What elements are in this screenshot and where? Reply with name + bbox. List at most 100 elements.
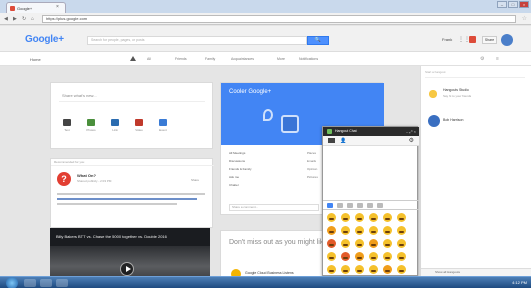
contact-name[interactable]: Hangouts Studio (443, 88, 469, 92)
emoji-icon[interactable] (327, 239, 336, 248)
emoji-tab-objects[interactable] (357, 203, 363, 208)
share-photos-button[interactable]: Photos (81, 119, 101, 132)
community-category[interactable]: Places (307, 151, 316, 155)
emoji-icon[interactable] (369, 265, 378, 274)
hangout-titlebar[interactable]: Hangout Chat – ⤢ × (323, 127, 419, 136)
community-category[interactable]: Friends & Family (229, 167, 252, 171)
contact-name[interactable]: Bob Harrison (443, 118, 463, 122)
emoji-icon[interactable] (383, 213, 392, 222)
emoji-icon[interactable] (369, 239, 378, 248)
community-category[interactable]: Opinion (307, 167, 317, 171)
emoji-icon[interactable] (355, 226, 364, 235)
post-share-button[interactable]: Share (191, 178, 199, 182)
emoji-tab-people[interactable] (337, 203, 343, 208)
community-category[interactable]: Ask me (229, 175, 239, 179)
community-category[interactable]: Pictures (307, 175, 318, 179)
emoji-icon[interactable] (327, 252, 336, 261)
emoji-icon[interactable] (397, 213, 406, 222)
share-video-button[interactable]: Video (129, 119, 149, 132)
taskbar-media-icon[interactable] (56, 279, 68, 287)
emoji-icon[interactable] (341, 226, 350, 235)
video-call-icon[interactable] (328, 138, 335, 143)
share-link-button[interactable]: Link (105, 119, 125, 132)
bookmark-star-icon[interactable]: ☆ (522, 15, 527, 22)
emoji-icon[interactable] (327, 226, 336, 235)
forward-icon[interactable]: ▶ (13, 16, 17, 22)
emoji-icon[interactable] (369, 252, 378, 261)
profile-avatar[interactable] (501, 34, 513, 46)
emoji-tab-places[interactable] (367, 203, 373, 208)
emoji-icon[interactable] (397, 226, 406, 235)
show-all-hangouts-link[interactable]: Show all Hangouts (421, 268, 531, 276)
emoji-icon[interactable] (355, 252, 364, 261)
emoji-tab-nature[interactable] (347, 203, 353, 208)
emoji-icon[interactable] (397, 265, 406, 274)
community-comment-input[interactable]: Share a comment... (229, 204, 319, 211)
emoji-icon[interactable] (341, 213, 350, 222)
emoji-tab-recent[interactable] (327, 203, 333, 208)
emoji-icon[interactable] (355, 213, 364, 222)
tab-close-icon[interactable]: × (56, 4, 59, 10)
emoji-icon[interactable] (383, 239, 392, 248)
settings-icon[interactable]: ⚙ (480, 56, 484, 62)
emoji-icon[interactable] (369, 213, 378, 222)
emoji-icon[interactable] (383, 226, 392, 235)
emoji-icon[interactable] (397, 239, 406, 248)
search-input[interactable]: Search for people, pages, or posts (87, 36, 307, 45)
filter-family[interactable]: Family (205, 57, 215, 61)
gplus-logo[interactable]: Google+ (25, 34, 64, 45)
home-icon[interactable]: ⌂ (31, 16, 34, 22)
back-icon[interactable]: ◀ (4, 16, 8, 22)
emoji-icon[interactable] (355, 265, 364, 274)
notifications-icon[interactable] (469, 36, 476, 43)
add-person-icon[interactable]: 👤 (340, 138, 346, 144)
sun-avatar-icon[interactable] (426, 87, 440, 101)
video-embed[interactable]: Billy Bakers BTT vs. Chase the 5000 toge… (50, 228, 210, 280)
emoji-icon[interactable] (341, 239, 350, 248)
hangout-window-controls[interactable]: – ⤢ × (406, 127, 416, 136)
post-author-name[interactable]: What On? (77, 173, 96, 178)
contact-avatar[interactable] (428, 115, 440, 127)
maximize-button[interactable]: □ (508, 1, 518, 8)
taskbar-browser-icon[interactable] (40, 279, 52, 287)
start-button[interactable] (6, 277, 18, 288)
search-button[interactable]: 🔍 (307, 36, 329, 45)
emoji-icon[interactable] (383, 252, 392, 261)
emoji-icon[interactable] (369, 226, 378, 235)
post-author-avatar[interactable]: ? (57, 172, 71, 186)
suggestion-name[interactable]: Google Cloud Business Listens (245, 271, 294, 275)
community-category[interactable]: Emails (307, 159, 316, 163)
share-text-button[interactable]: Text (57, 119, 77, 132)
emoji-icon[interactable] (327, 213, 336, 222)
hangout-search-input[interactable]: Start a hangout (425, 70, 525, 78)
community-category[interactable]: Chatter (229, 183, 239, 187)
reload-icon[interactable]: ↻ (22, 16, 26, 22)
emoji-icon[interactable] (327, 265, 336, 274)
play-button-icon[interactable] (120, 262, 134, 276)
filter-more[interactable]: More (277, 57, 285, 61)
share-button[interactable]: Share (482, 36, 497, 44)
emoji-tab-symbols[interactable] (377, 203, 383, 208)
filter-notifications[interactable]: Notifications (299, 57, 318, 61)
community-category[interactable]: Discussions (229, 159, 245, 163)
taskbar-explorer-icon[interactable] (24, 279, 36, 287)
filter-acquaintances[interactable]: Acquaintances (231, 57, 254, 61)
emoji-icon[interactable] (355, 239, 364, 248)
url-input[interactable]: https://plus.google.com (42, 15, 516, 23)
gear-icon[interactable]: ⚙ (409, 137, 414, 144)
emoji-icon[interactable] (383, 265, 392, 274)
filter-all[interactable]: All (147, 57, 151, 61)
close-window-button[interactable]: × (519, 1, 529, 8)
community-category[interactable]: All Meetings (229, 151, 245, 155)
minimize-button[interactable]: – (497, 1, 507, 8)
layout-icon[interactable]: ≡ (496, 56, 499, 62)
home-menu[interactable]: Home (30, 57, 41, 62)
post-link-line[interactable] (57, 198, 197, 200)
emoji-icon[interactable] (341, 265, 350, 274)
emoji-icon[interactable] (397, 252, 406, 261)
filter-friends[interactable]: Friends (175, 57, 187, 61)
user-name-link[interactable]: Frank (442, 37, 452, 42)
emoji-icon[interactable] (341, 252, 350, 261)
share-prompt-input[interactable]: Share what's new... (59, 91, 205, 102)
share-event-button[interactable]: Event (153, 119, 173, 132)
